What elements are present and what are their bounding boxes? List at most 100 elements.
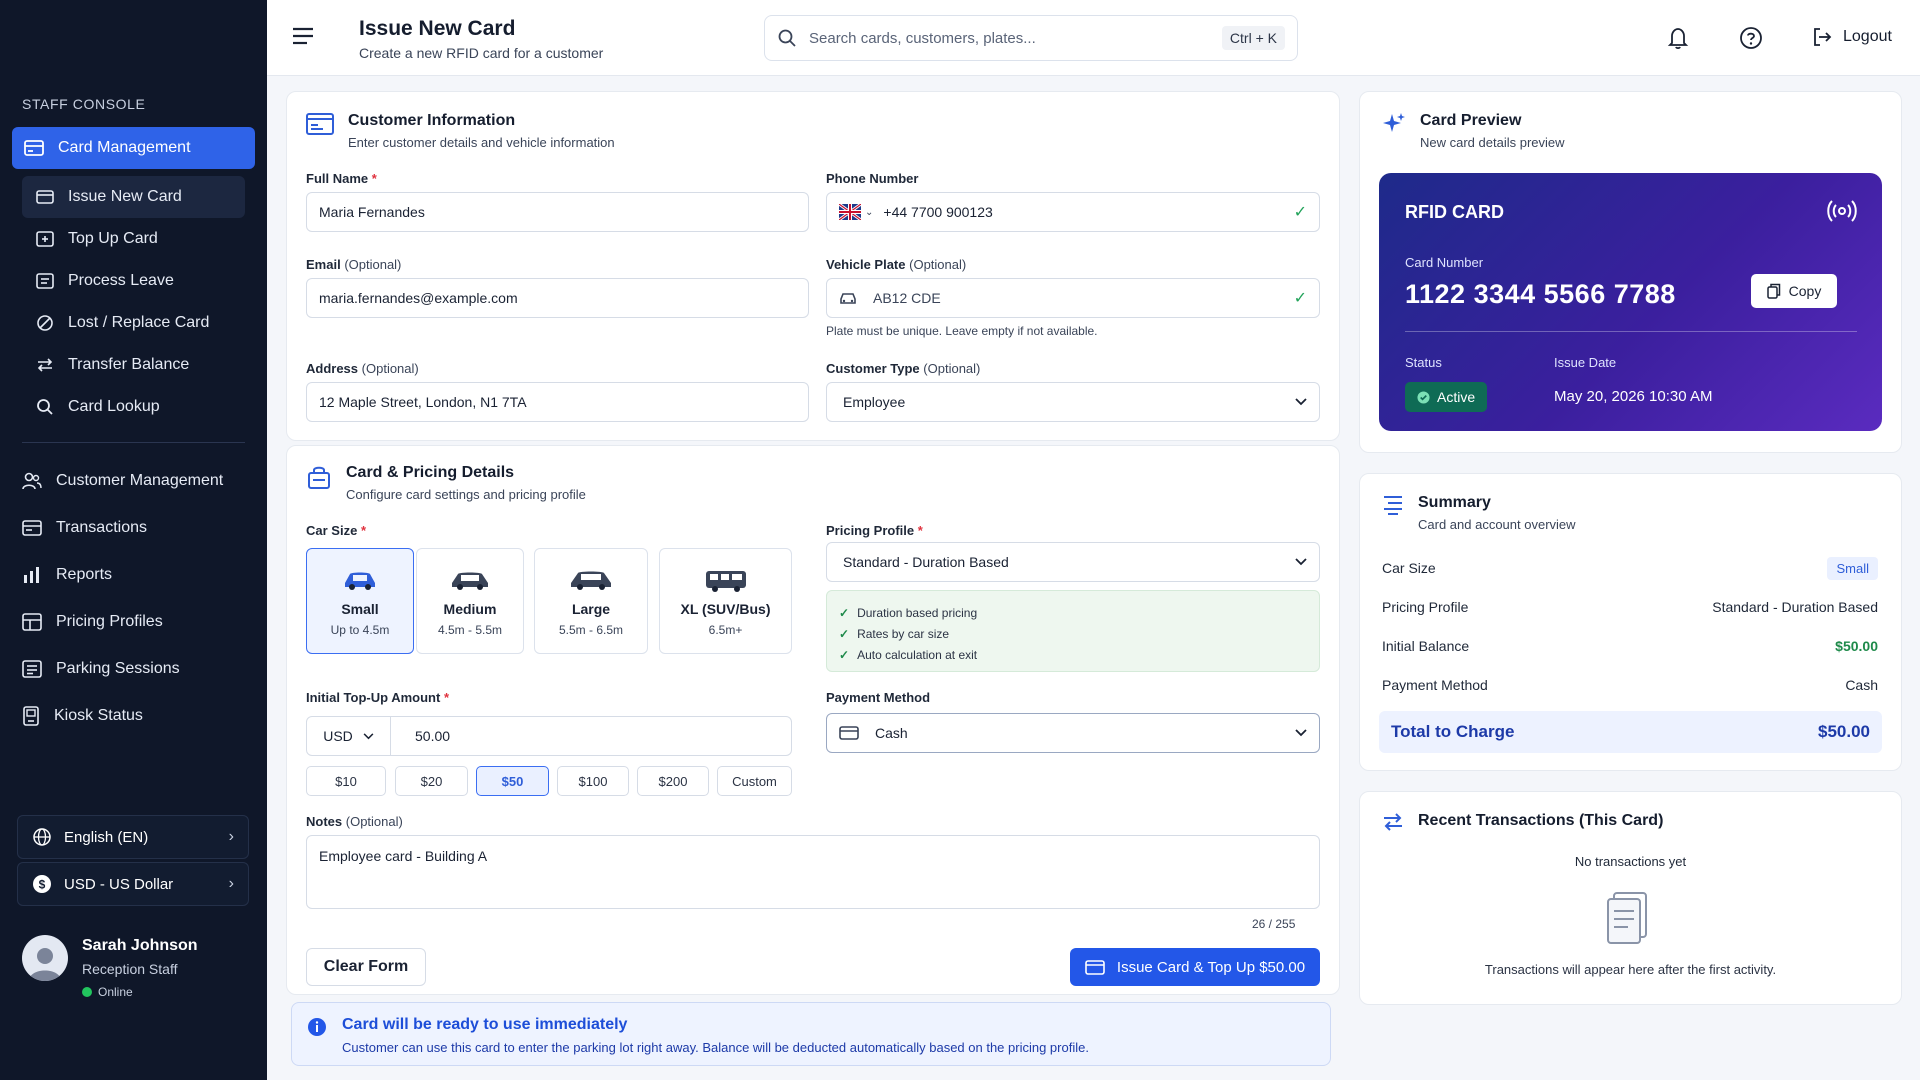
- amount-10-button[interactable]: $10: [306, 766, 386, 796]
- currency-select[interactable]: USD: [307, 717, 391, 755]
- amount-custom-button[interactable]: Custom: [717, 766, 792, 796]
- topbar: Issue New Card Create a new RFID card fo…: [267, 0, 1920, 76]
- issue-card-button[interactable]: Issue Card & Top Up $50.00: [1070, 948, 1320, 986]
- feature-item: ✓ Duration based pricing: [839, 602, 1307, 623]
- nav-card-management-label: Card Management: [58, 139, 191, 156]
- customer-info-subtitle: Enter customer details and vehicle infor…: [348, 135, 615, 150]
- subnav-issue-new-card[interactable]: Issue New Card: [22, 176, 245, 218]
- global-search[interactable]: Ctrl + K: [764, 15, 1298, 61]
- subnav-transfer-balance[interactable]: Transfer Balance: [22, 344, 245, 386]
- currency-selector[interactable]: $ USD - US Dollar ›: [17, 862, 249, 906]
- nav-customer-management[interactable]: Customer Management: [12, 457, 255, 504]
- nav-reports[interactable]: Reports: [12, 551, 255, 598]
- size-range: 6.5m+: [708, 623, 743, 637]
- pricing-profile-select[interactable]: Standard - Duration Based: [826, 542, 1320, 582]
- feature-item: ✓ Rates by car size: [839, 623, 1307, 644]
- amount-20-button[interactable]: $20: [395, 766, 468, 796]
- country-chevron-icon: ⌄: [865, 206, 874, 218]
- notes-label-text: Notes: [306, 814, 343, 829]
- email-field[interactable]: maria.fernandes@example.com: [306, 278, 809, 318]
- search-input[interactable]: [809, 29, 1210, 47]
- full-name-field[interactable]: Maria Fernandes: [306, 192, 809, 232]
- feature-text: Duration based pricing: [857, 605, 978, 620]
- console-label: STAFF CONSOLE: [22, 96, 146, 112]
- summary-row-pricing-profile: Pricing Profile Standard - Duration Base…: [1382, 595, 1878, 619]
- currency-value: USD: [323, 728, 353, 744]
- chevron-down-icon: [363, 732, 374, 739]
- chevron-down-icon: [1295, 729, 1307, 737]
- bell-icon[interactable]: [1667, 26, 1689, 50]
- summary-value: Standard - Duration Based: [1712, 599, 1878, 615]
- check-icon: ✓: [839, 626, 850, 641]
- amount-200-button[interactable]: $200: [637, 766, 709, 796]
- nav-card-management[interactable]: Card Management: [12, 127, 255, 169]
- logout-button[interactable]: Logout: [1811, 26, 1892, 48]
- nav-label: Customer Management: [56, 471, 224, 489]
- topup-label: Initial Top-Up Amount *: [306, 690, 449, 705]
- nav-label: Reports: [56, 565, 113, 583]
- chevron-down-icon: [1295, 558, 1307, 566]
- vehicle-plate-field[interactable]: AB12 CDE ✓: [826, 278, 1320, 318]
- nav-parking-sessions[interactable]: Parking Sessions: [12, 645, 255, 692]
- subnav-lost-replace-card[interactable]: Lost / Replace Card: [22, 302, 245, 344]
- payment-method-select[interactable]: Cash: [826, 713, 1320, 753]
- size-range: Up to 4.5m: [330, 623, 390, 637]
- phone-field[interactable]: ⌄ +44 7700 900123 ✓: [826, 192, 1320, 232]
- size-name: Small: [341, 601, 379, 617]
- required-mark: *: [360, 523, 366, 538]
- car-size-xl[interactable]: XL (SUV/Bus) 6.5m+: [659, 548, 792, 654]
- id-card-icon: [306, 113, 334, 135]
- chevron-down-icon: [1295, 398, 1307, 406]
- car-size-medium[interactable]: Medium 4.5m - 5.5m: [416, 548, 524, 654]
- size-name: Medium: [443, 601, 497, 617]
- clear-form-button[interactable]: Clear Form: [306, 948, 426, 986]
- user-status: Online: [82, 985, 198, 999]
- copy-button[interactable]: Copy: [1751, 274, 1837, 308]
- issue-date-value: May 20, 2026 10:30 AM: [1554, 388, 1713, 405]
- customer-type-select[interactable]: Employee: [826, 382, 1320, 422]
- help-icon[interactable]: [1739, 26, 1763, 50]
- nav-pricing-profiles[interactable]: Pricing Profiles: [12, 598, 255, 645]
- language-selector[interactable]: English (EN) ›: [17, 815, 249, 859]
- summary-label: Car Size: [1382, 560, 1436, 576]
- summary-row-payment-method: Payment Method Cash: [1382, 673, 1878, 697]
- main-nav: Customer Management Transactions Reports…: [12, 457, 255, 739]
- online-dot-icon: [82, 987, 92, 997]
- notes-textarea[interactable]: Employee card - Building A: [306, 835, 1320, 909]
- car-size-small[interactable]: Small Up to 4.5m: [306, 548, 414, 654]
- notes-char-count: 26 / 255: [1252, 917, 1296, 931]
- subnav-top-up-card[interactable]: Top Up Card: [22, 218, 245, 260]
- copy-icon: [1766, 283, 1780, 299]
- check-circle-icon: [1417, 390, 1430, 404]
- address-value: 12 Maple Street, London, N1 7TA: [319, 394, 527, 410]
- address-field[interactable]: 12 Maple Street, London, N1 7TA: [306, 382, 809, 422]
- nfc-signal-icon: [1827, 200, 1857, 222]
- car-size-large[interactable]: Large 5.5m - 6.5m: [534, 548, 648, 654]
- replace-icon: [37, 315, 53, 331]
- amount-input[interactable]: 50.00: [401, 728, 450, 744]
- profile-label-text: Pricing Profile: [826, 523, 915, 538]
- reports-icon: [24, 566, 39, 583]
- uk-flag-icon[interactable]: [839, 204, 861, 220]
- nav-transactions[interactable]: Transactions: [12, 504, 255, 551]
- user-profile[interactable]: Sarah Johnson Reception Staff Online: [22, 935, 252, 1005]
- menu-icon[interactable]: [291, 26, 315, 46]
- nav-label: Transactions: [56, 518, 147, 536]
- empty-receipt-icon: [1607, 892, 1647, 944]
- logout-icon: [1814, 28, 1832, 46]
- subnav-card-lookup[interactable]: Card Lookup: [22, 386, 245, 428]
- empty-state-text: Transactions will appear here after the …: [1484, 962, 1777, 977]
- amount-50-button[interactable]: $50: [476, 766, 549, 796]
- subnav-process-leave[interactable]: Process Leave: [22, 260, 245, 302]
- summary-header: Summary Card and account overview: [1382, 494, 1576, 532]
- empty-state-title: No transactions yet: [1574, 854, 1687, 869]
- medium-car-icon: [452, 572, 488, 590]
- topup-icon: [36, 231, 54, 247]
- topup-label-text: Initial Top-Up Amount: [306, 690, 441, 705]
- nav-label: Parking Sessions: [56, 659, 180, 677]
- card-management-icon: [24, 140, 44, 156]
- amount-100-button[interactable]: $100: [557, 766, 629, 796]
- nav-kiosk-status[interactable]: Kiosk Status: [12, 692, 255, 739]
- full-name-label: Full Name *: [306, 171, 377, 186]
- phone-label: Phone Number: [826, 171, 918, 186]
